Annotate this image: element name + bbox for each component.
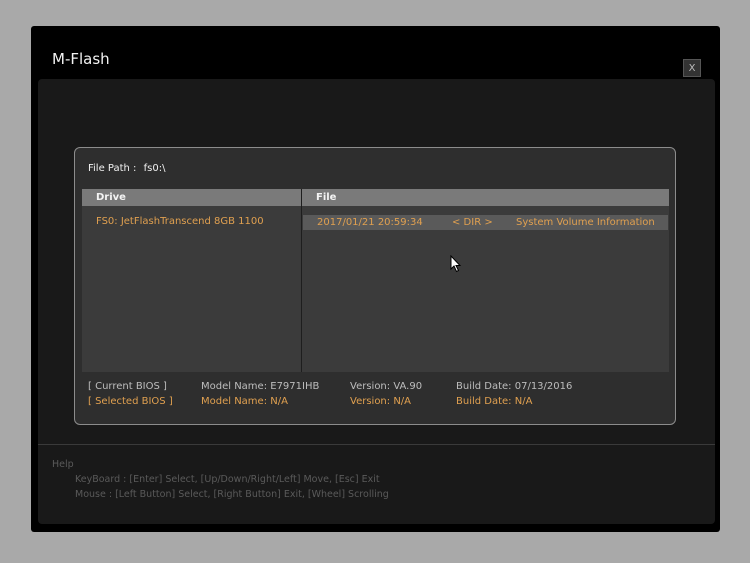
file-type: < DIR > (452, 217, 493, 228)
drive-item[interactable]: FS0: JetFlashTranscend 8GB 1100 (96, 216, 264, 227)
close-button[interactable]: X (683, 59, 701, 77)
help-keyboard: KeyBoard : [Enter] Select, [Up/Down/Righ… (75, 474, 380, 485)
main-panel: File Path : fs0:\ Drive FS0: JetFlashTra… (38, 79, 715, 524)
file-browser-dialog: File Path : fs0:\ Drive FS0: JetFlashTra… (74, 147, 676, 425)
file-table: Drive FS0: JetFlashTranscend 8GB 1100 Fi… (82, 189, 669, 372)
help-mouse: Mouse : [Left Button] Select, [Right But… (75, 489, 389, 500)
file-column-header: File (302, 189, 669, 206)
drive-column-header: Drive (82, 189, 301, 206)
file-column: File 2017/01/21 20:59:34 < DIR > System … (302, 189, 669, 372)
mouse-pointer-icon (450, 255, 462, 273)
file-name: System Volume Information (516, 217, 655, 228)
file-path-label: File Path : (88, 163, 137, 174)
file-date: 2017/01/21 20:59:34 (317, 217, 423, 228)
selected-version: Version: N/A (350, 396, 412, 407)
window-title: M-Flash (52, 50, 110, 68)
m-flash-window: M-Flash X File Path : fs0:\ Drive FS0: J… (31, 26, 720, 532)
file-path-value: fs0:\ (143, 163, 166, 174)
selected-model-name: Model Name: N/A (201, 396, 288, 407)
selected-bios-label: [ Selected BIOS ] (88, 396, 173, 407)
drive-column: Drive FS0: JetFlashTranscend 8GB 1100 (82, 189, 301, 372)
current-model-name: Model Name: E7971IHB (201, 381, 320, 392)
selected-build-date: Build Date: N/A (456, 396, 533, 407)
file-path: File Path : fs0:\ (88, 163, 165, 174)
file-row-selected[interactable]: 2017/01/21 20:59:34 < DIR > System Volum… (303, 215, 668, 230)
current-build-date: Build Date: 07/13/2016 (456, 381, 573, 392)
help-divider (38, 444, 715, 445)
current-bios-label: [ Current BIOS ] (88, 381, 167, 392)
help-title: Help (52, 459, 74, 470)
current-version: Version: VA.90 (350, 381, 423, 392)
